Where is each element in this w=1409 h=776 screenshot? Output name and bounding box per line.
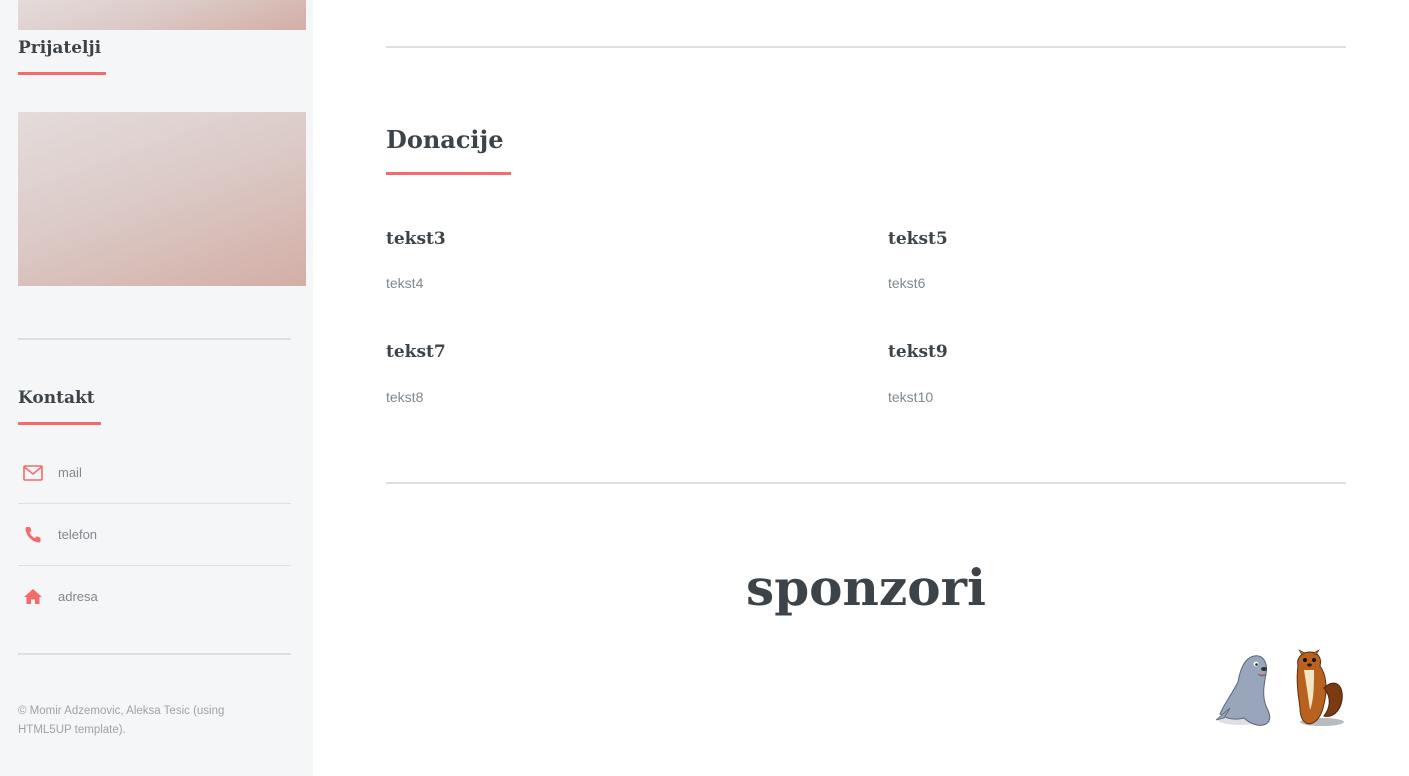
sidebar: Prijatelji Kontakt mail telefon adresa ©… xyxy=(0,0,313,776)
feature-text: tekst6 xyxy=(888,275,926,291)
contact-label-phone[interactable]: telefon xyxy=(58,527,97,542)
feature-title: tekst7 xyxy=(386,342,446,362)
feature-title: tekst5 xyxy=(888,229,948,249)
friends-image[interactable] xyxy=(18,112,306,286)
friends-heading-underline xyxy=(18,72,106,75)
home-icon xyxy=(23,587,43,607)
contact-heading: Kontakt xyxy=(18,388,95,408)
friends-heading: Prijatelji xyxy=(18,38,102,58)
feature-text: tekst8 xyxy=(386,389,424,405)
contact-label-address[interactable]: adresa xyxy=(58,589,98,604)
contact-label-mail[interactable]: mail xyxy=(58,465,82,480)
feature-title: tekst3 xyxy=(386,229,446,249)
contact-item-address[interactable]: adresa xyxy=(18,587,291,649)
copyright-text: © Momir Adzemovic, Aleksa Tesic (using H… xyxy=(18,705,225,736)
friends-image-top[interactable] xyxy=(18,0,306,30)
feature-text: tekst4 xyxy=(386,275,424,291)
sidebar-divider xyxy=(18,338,291,340)
feature-text: tekst10 xyxy=(888,389,934,405)
donations-title-underline xyxy=(386,172,511,175)
donations-title: Donacije xyxy=(386,125,504,154)
phone-icon xyxy=(23,525,43,545)
section-divider xyxy=(386,482,1346,484)
contact-separator xyxy=(18,565,291,566)
sidebar-divider xyxy=(18,653,291,655)
contact-item-phone[interactable]: telefon xyxy=(18,525,291,587)
section-divider xyxy=(386,46,1346,48)
contact-item-mail[interactable]: mail xyxy=(18,463,291,525)
sponsor-mascots-logo[interactable] xyxy=(1210,648,1346,730)
contact-heading-underline xyxy=(18,422,101,425)
feature-title: tekst9 xyxy=(888,342,948,362)
contact-separator xyxy=(18,503,291,504)
sponsors-title: sponzori xyxy=(746,558,986,617)
envelope-icon xyxy=(23,463,43,483)
